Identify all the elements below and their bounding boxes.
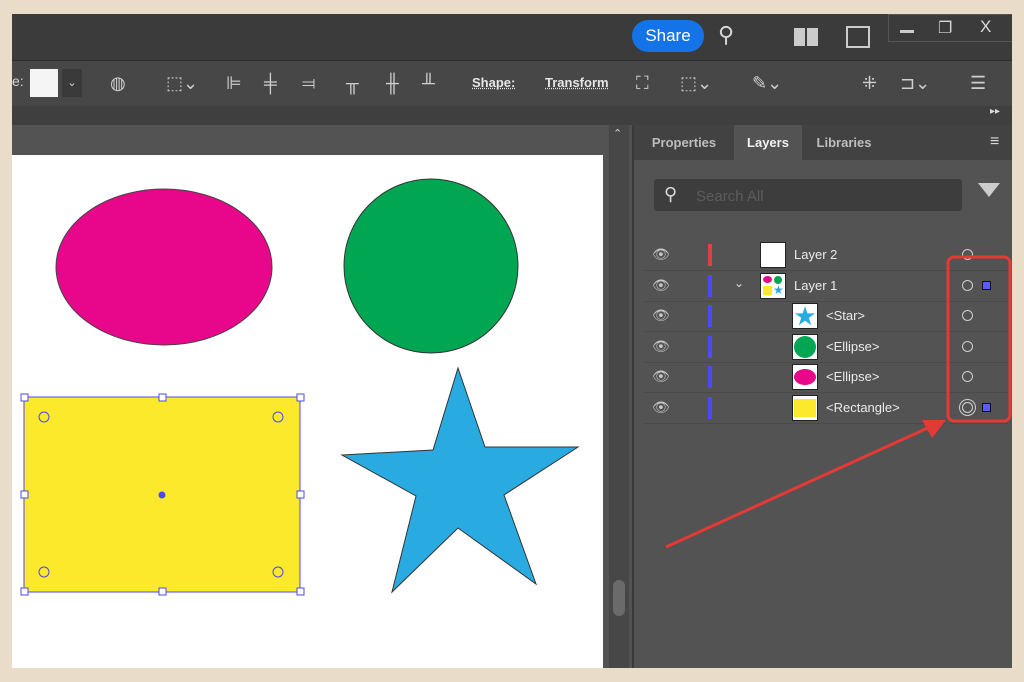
- illustrator-window: Share ⚲ ❐ X e: ⌄ ◍ ⬚⌄ ⊫ ╪ ⫤ ╥ ╫ ╨ Shape:…: [12, 14, 1012, 668]
- pink-ellipse[interactable]: [55, 188, 273, 346]
- annotation-arrow: [665, 424, 933, 549]
- center-point: [158, 491, 166, 499]
- blue-star[interactable]: [340, 366, 580, 594]
- artwork: [20, 178, 1012, 596]
- highlight-box: [946, 255, 1012, 423]
- green-circle[interactable]: [343, 178, 519, 354]
